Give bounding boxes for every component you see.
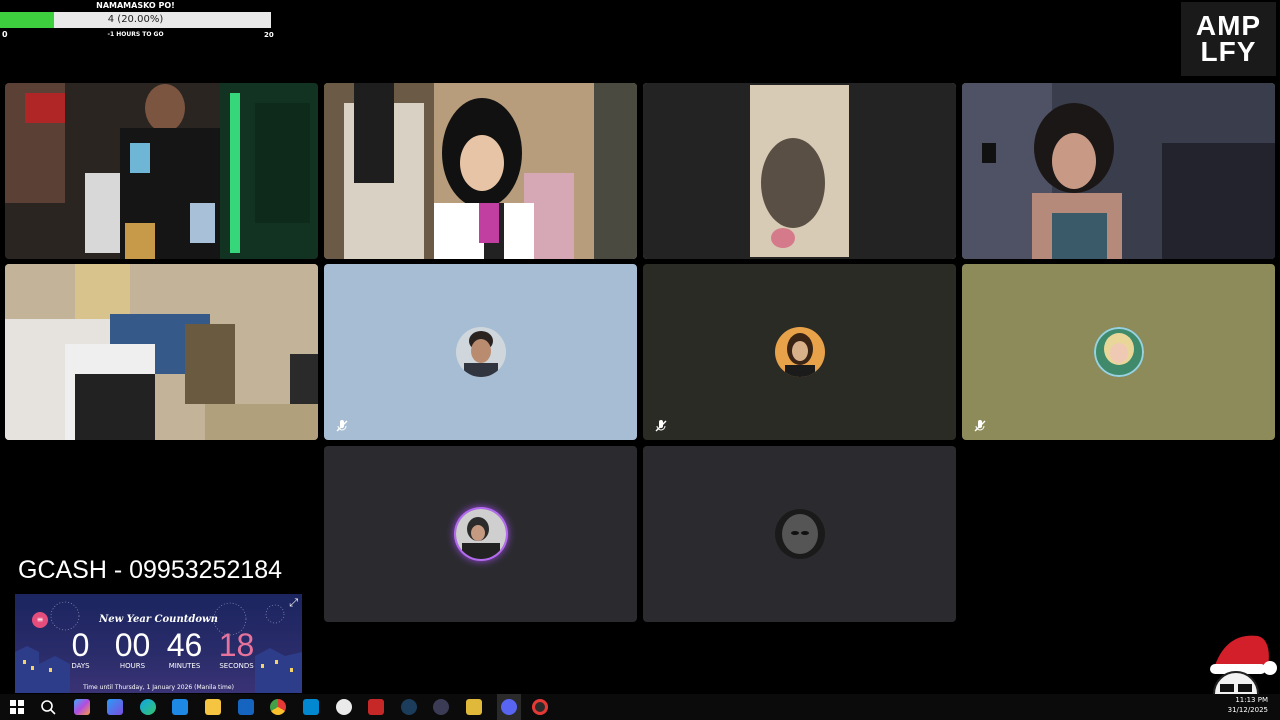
goal-max: 20 xyxy=(264,31,274,39)
windows-start-icon[interactable] xyxy=(9,699,25,715)
app-icon-yellow[interactable] xyxy=(466,699,482,715)
app-icon-red[interactable] xyxy=(368,699,384,715)
participant-video-4 xyxy=(962,83,1275,259)
copilot-icon[interactable] xyxy=(74,699,90,715)
participant-tile-9[interactable] xyxy=(324,446,637,622)
participant-tile-7[interactable] xyxy=(643,264,956,440)
countdown-seconds-value: 18 xyxy=(218,627,255,663)
participant-video-2 xyxy=(324,83,637,259)
app-icon-bird[interactable] xyxy=(336,699,352,715)
countdown-days: 0 DAYS xyxy=(61,628,101,670)
clock-time: 11:13 PM xyxy=(1235,696,1268,704)
goal-subtitle: -1 HOURS TO GO xyxy=(107,31,164,38)
participant-tile-10[interactable] xyxy=(643,446,956,622)
search-icon[interactable] xyxy=(40,699,56,715)
participant-avatar-6 xyxy=(455,327,506,377)
microsoft-store-icon[interactable] xyxy=(172,699,188,715)
countdown-minutes-label: MINUTES xyxy=(168,662,201,670)
participant-video-5 xyxy=(5,264,318,440)
amplfy-logo: AMP LFY xyxy=(1181,2,1276,76)
countdown-seconds: 18 SECONDS xyxy=(217,628,257,670)
participant-tile-2[interactable] xyxy=(324,83,637,259)
countdown-hours-value: 00 xyxy=(114,627,151,663)
mic-muted-icon xyxy=(972,418,988,434)
chrome-icon[interactable] xyxy=(270,699,286,715)
edge-browser-icon[interactable] xyxy=(140,699,156,715)
participant-avatar-7 xyxy=(774,327,825,377)
participant-tile-1[interactable] xyxy=(5,83,318,259)
countdown-seconds-label: SECONDS xyxy=(219,662,254,670)
countdown-units: 0 DAYS 00 HOURS 46 MINUTES 18 SECONDS xyxy=(15,628,302,670)
goal-progress-label: 4 (20.00%) xyxy=(107,14,164,25)
app-icon-record[interactable] xyxy=(532,699,548,715)
app-icon-blue[interactable] xyxy=(303,699,319,715)
countdown-hours-label: HOURS xyxy=(119,662,146,670)
microsoft-365-icon[interactable] xyxy=(107,699,123,715)
participant-avatar-10 xyxy=(774,509,825,559)
participant-tile-5[interactable] xyxy=(5,264,318,440)
participant-avatar-9 xyxy=(455,509,506,559)
participant-tile-3[interactable] xyxy=(643,83,956,259)
app-icon-grid[interactable] xyxy=(433,699,449,715)
participant-tile-8[interactable] xyxy=(962,264,1275,440)
steam-icon[interactable] xyxy=(401,699,417,715)
participant-video-1 xyxy=(5,83,318,259)
mic-muted-icon xyxy=(653,418,669,434)
participant-tile-6[interactable] xyxy=(324,264,637,440)
countdown-days-label: DAYS xyxy=(71,662,90,670)
gcash-text: GCASH - 09953252184 xyxy=(18,556,283,584)
countdown-footer: Time until Thursday, 1 January 2026 (Man… xyxy=(83,684,234,691)
participant-tile-4[interactable] xyxy=(962,83,1275,259)
new-year-countdown-widget: ≡ ⤢ New Year Countdown 0 DAYS 00 HOURS 4… xyxy=(15,594,302,693)
mic-muted-icon xyxy=(334,418,350,434)
countdown-hours: 00 HOURS xyxy=(113,628,153,670)
countdown-days-value: 0 xyxy=(71,627,90,663)
system-clock[interactable]: 11:13 PM 31/12/2025 xyxy=(1228,695,1268,715)
countdown-title: New Year Countdown xyxy=(99,614,218,625)
discord-icon[interactable] xyxy=(501,699,517,715)
clock-date: 31/12/2025 xyxy=(1227,706,1268,714)
taskbar: 11:13 PM 31/12/2025 xyxy=(0,694,1280,720)
countdown-minutes-value: 46 xyxy=(166,627,203,663)
countdown-minutes: 46 MINUTES xyxy=(165,628,205,670)
goal-progress-bar: 4 (20.00%) xyxy=(0,12,271,28)
logo-line-2: LFY xyxy=(1200,36,1257,67)
outlook-icon[interactable] xyxy=(238,699,254,715)
participant-avatar-8 xyxy=(1093,327,1144,377)
file-explorer-icon[interactable] xyxy=(205,699,221,715)
participant-video-3 xyxy=(643,83,956,259)
goal-title: NAMAMASKO PO! xyxy=(96,1,175,10)
expand-icon[interactable]: ⤢ xyxy=(289,596,298,610)
